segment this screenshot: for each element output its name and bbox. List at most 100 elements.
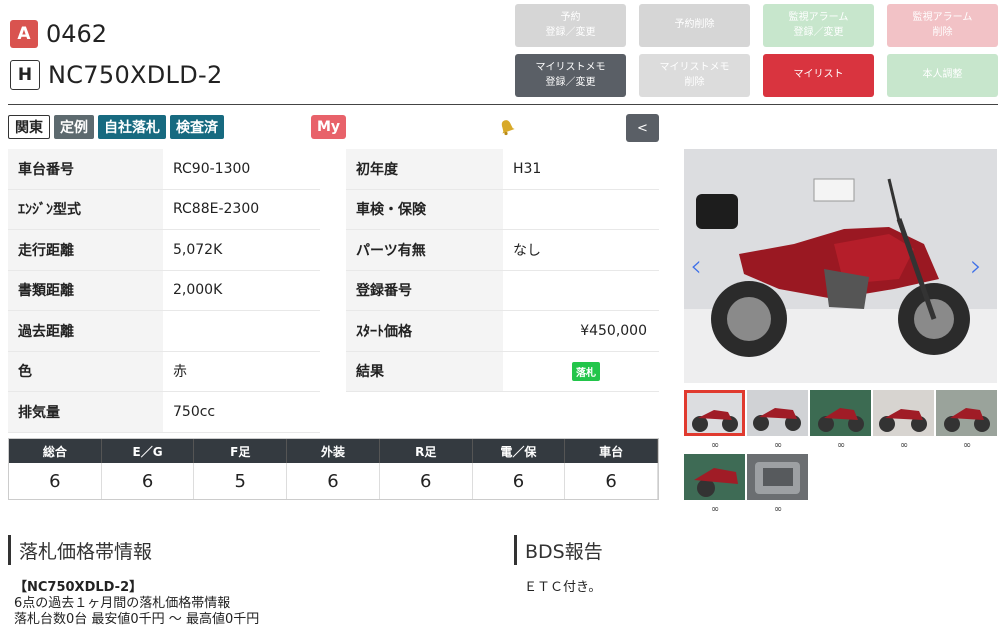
result-cell: 落札 [503, 352, 659, 392]
mylist-memo-register-button[interactable]: マイリストメモ 登録／変更 [515, 54, 626, 97]
spec-row: ｽﾀｰﾄ価格 ¥450,000 [346, 311, 659, 352]
main-photo[interactable]: ‹ › [684, 149, 997, 383]
spec-row: 走行距離 5,072K [8, 230, 320, 271]
score-value: 6 [380, 463, 473, 499]
spec-value: RC90-1300 [173, 160, 251, 177]
spec-row: 初年度 H31 [346, 149, 659, 190]
score-header: F足 [194, 439, 288, 463]
mylist-memo-delete-button[interactable]: マイリストメモ 削除 [639, 54, 750, 97]
thumbnail[interactable] [810, 390, 871, 436]
watch-alarm-register-button[interactable]: 監視アラーム 登録／変更 [763, 4, 874, 47]
spec-key: 色 [8, 351, 163, 391]
thumbnail[interactable] [684, 390, 745, 436]
spec-value: 750cc [173, 403, 216, 420]
score-header: E／G [101, 439, 195, 463]
spec-value [503, 190, 659, 230]
link-icon[interactable]: ∞ [960, 440, 974, 452]
spec-row: 色赤 [8, 351, 320, 392]
spec-key: 書類距離 [8, 270, 163, 310]
spec-key: 過去距離 [8, 311, 163, 351]
back-button[interactable]: < [626, 114, 659, 142]
score-value: 6 [9, 463, 102, 499]
spec-key: 登録番号 [346, 270, 503, 310]
spec-key: 初年度 [346, 149, 503, 189]
link-icon[interactable]: ∞ [708, 504, 722, 516]
price-line-1: 6点の過去１ヶ月間の落札価格帯情報 [14, 596, 231, 611]
link-icon[interactable]: ∞ [897, 440, 911, 452]
score-value: 6 [287, 463, 380, 499]
watch-alarm-delete-button[interactable]: 監視アラーム 削除 [887, 4, 998, 47]
link-icon[interactable]: ∞ [708, 440, 722, 452]
spec-row: 書類距離 2,000K [8, 270, 320, 311]
score-header: 車台 [565, 439, 658, 463]
lot-header: A 0462 [10, 20, 107, 48]
spec-key: 走行距離 [8, 230, 163, 270]
tag-own-bid: 自社落札 [98, 115, 166, 139]
thumbnail[interactable] [684, 454, 745, 500]
self-adjust-button[interactable]: 本人調整 [887, 54, 998, 97]
spec-key: 結果 [346, 351, 503, 391]
tag-list: 関東 定例 自社落札 検査済 [8, 115, 224, 139]
grade-badge: A [10, 20, 38, 48]
score-header: 外装 [287, 439, 380, 463]
report-section-title: BDS報告 [514, 535, 603, 565]
reservation-delete-button[interactable]: 予約削除 [639, 4, 750, 47]
link-icon[interactable]: ∞ [771, 440, 785, 452]
lot-number: 0462 [46, 20, 108, 48]
spec-row: パーツ有無 なし [346, 230, 659, 271]
model-name: NC750XDLD-2 [48, 61, 223, 89]
tag-inspected: 検査済 [170, 115, 224, 139]
thumbnail[interactable] [747, 390, 808, 436]
spec-value: 赤 [173, 364, 187, 381]
spec-row: 結果 落札 [346, 351, 659, 392]
tag-region: 関東 [8, 115, 50, 139]
reservation-register-button[interactable]: 予約 登録／変更 [515, 4, 626, 47]
thumbnail[interactable] [747, 454, 808, 500]
spec-value: なし [513, 242, 541, 259]
thumbnail[interactable] [873, 390, 934, 436]
chevron-left-icon[interactable]: ‹ [690, 249, 702, 284]
tag-regular: 定例 [54, 115, 94, 139]
action-buttons: 予約 登録／変更 予約削除 監視アラーム 登録／変更 監視アラーム 削除 マイリ… [515, 4, 998, 97]
spec-key: 車検・保険 [346, 189, 503, 229]
score-value: 6 [102, 463, 195, 499]
spec-row: 過去距離 [8, 311, 320, 352]
model-header: H NC750XDLD-2 [10, 60, 223, 90]
spec-value [163, 311, 320, 351]
score-value-row: 6 6 5 6 6 6 6 [9, 463, 658, 499]
spec-value: RC88E-2300 [173, 201, 260, 218]
mylist-button[interactable]: マイリスト [763, 54, 874, 97]
spec-key: 排気量 [8, 392, 163, 432]
score-header-row: 総合 E／G F足 外装 R足 電／保 車台 [9, 439, 658, 463]
spec-table-left: 車台番号 RC90-1300 ｴﾝｼﾞﾝ型式 RC88E-2300 走行距離 5,07… [8, 149, 320, 433]
thumbnail[interactable] [936, 390, 997, 436]
score-header: 電／保 [472, 439, 566, 463]
spec-key: ｴﾝｼﾞﾝ型式 [8, 189, 163, 229]
score-value: 5 [194, 463, 288, 499]
spec-value: 5,072K [173, 241, 223, 258]
score-value: 6 [565, 463, 658, 499]
price-section-body: 【NC750XDLD-2】 6点の過去１ヶ月間の落札価格帯情報 落札台数0台 最… [14, 580, 259, 628]
score-header: 総合 [9, 439, 102, 463]
price-model-line: 【NC750XDLD-2】 [14, 580, 143, 595]
spec-key: パーツ有無 [346, 230, 503, 270]
spec-table-right: 初年度 H31 車検・保険 パーツ有無 なし 登録番号 ｽﾀｰﾄ価格 ¥450,000… [346, 149, 659, 392]
maker-badge: H [10, 60, 40, 90]
spec-row: 車台番号 RC90-1300 [8, 149, 320, 190]
score-header: R足 [379, 439, 473, 463]
link-icon[interactable]: ∞ [771, 504, 785, 516]
spec-key: ｽﾀｰﾄ価格 [346, 311, 503, 351]
spec-row: ｴﾝｼﾞﾝ型式 RC88E-2300 [8, 189, 320, 230]
chevron-right-icon[interactable]: › [970, 249, 982, 284]
spec-value: 2,000K [173, 282, 223, 299]
price-section-title: 落札価格帯情報 [8, 535, 152, 565]
bell-icon[interactable] [497, 117, 517, 137]
spec-row: 排気量 750cc [8, 392, 320, 433]
score-value: 6 [473, 463, 566, 499]
report-text: ＥＴＣ付き。 [524, 580, 602, 595]
header-divider [8, 104, 998, 105]
link-icon[interactable]: ∞ [834, 440, 848, 452]
my-tag[interactable]: My [311, 115, 347, 139]
start-price-value: ¥450,000 [580, 322, 647, 339]
spec-row: 車検・保険 [346, 189, 659, 230]
